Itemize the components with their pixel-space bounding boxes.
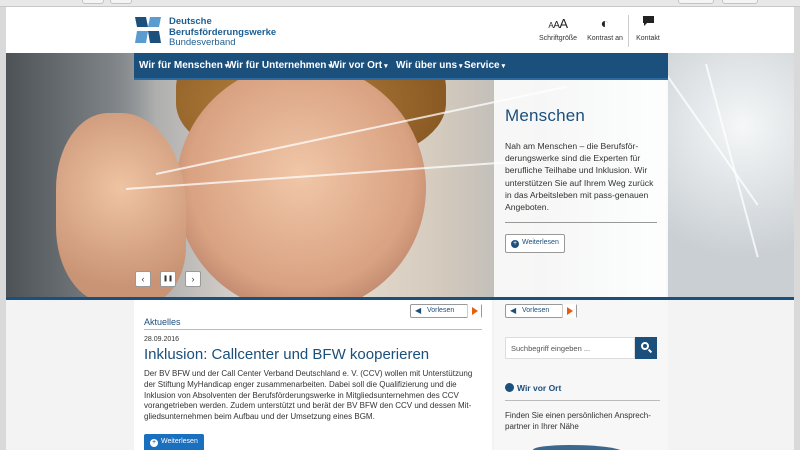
slider-pause-button[interactable]: ❚❚	[160, 271, 176, 287]
location-section-text: Finden Sie einen persönlichen Ansprech-p…	[505, 411, 651, 431]
browser-menu-button[interactable]	[678, 0, 714, 4]
hero-image-hand	[56, 113, 186, 297]
browser-forward-button[interactable]	[110, 0, 132, 4]
chevron-down-icon: ▾	[459, 63, 463, 70]
sidebar-divider	[505, 400, 660, 401]
nav-item-wir-fuer-unternehmen[interactable]: Wir für Unternehmen ▾	[227, 60, 332, 71]
nav-item-service[interactable]: Service ▾	[464, 60, 505, 71]
news-headline[interactable]: Inklusion: Callcenter und BFW kooperiere…	[144, 346, 429, 363]
font-size-icon: AAA	[548, 16, 568, 31]
hero-text: Nah am Menschen – die Berufsför-derungsw…	[505, 141, 654, 213]
globe-icon	[505, 383, 514, 392]
toolbar-divider	[628, 15, 629, 47]
hero-teaser-panel: Menschen Nah am Menschen – die Berufsför…	[494, 80, 668, 297]
font-size-button[interactable]: AAA Schriftgröße	[533, 15, 583, 42]
readaloud-button-sidebar[interactable]: ◀ Vorlesen	[505, 304, 577, 318]
contact-button[interactable]: Kontakt	[630, 15, 666, 42]
search-icon-handle	[647, 348, 653, 354]
main-navigation: Wir für Menschen ▾ Wir für Unternehmen ▾ W…	[134, 53, 668, 80]
news-section-label: Aktuelles	[144, 317, 181, 327]
news-read-more-button[interactable]: + Weiterlesen	[144, 434, 204, 450]
browser-back-button[interactable]	[82, 0, 104, 4]
hero-divider	[505, 222, 657, 224]
site-logo[interactable]: Deutsche Berufsförderungswerke Bundesver…	[133, 15, 276, 49]
location-section-label: Wir vor Ort	[517, 383, 562, 393]
chevron-down-icon: ▾	[501, 63, 506, 70]
nav-item-wir-ueber-uns[interactable]: Wir über uns ▾	[396, 60, 463, 71]
contrast-toggle[interactable]: ◐ Kontrast an	[583, 15, 627, 42]
nav-item-label: Service	[464, 60, 500, 71]
slider-prev-button[interactable]: ‹	[135, 271, 151, 287]
browser-settings-button[interactable]	[722, 0, 758, 4]
contrast-icon: ◐	[600, 15, 610, 31]
nav-item-label: Wir für Unternehmen	[227, 60, 327, 71]
play-icon	[562, 304, 576, 318]
chevron-down-icon: ▾	[384, 63, 388, 70]
hero-read-more-label: Weiterlesen	[522, 239, 559, 247]
nav-item-label: Wir für Menschen	[139, 60, 223, 71]
contact-label: Kontakt	[636, 35, 660, 42]
plus-icon: +	[511, 240, 519, 249]
news-divider	[144, 329, 482, 330]
contrast-label: Kontrast an	[587, 35, 623, 42]
plus-icon: +	[150, 439, 158, 447]
nav-item-label: Wir über uns	[396, 60, 458, 71]
speech-bubble-icon	[630, 15, 666, 32]
hero-title: Menschen	[505, 106, 586, 125]
play-icon	[467, 304, 481, 318]
slider-next-button[interactable]: ›	[185, 271, 201, 287]
browser-toolbar-strip	[0, 0, 800, 7]
search-input[interactable]: Suchbegriff eingeben ...	[505, 337, 635, 359]
hero-read-more-button[interactable]: + Weiterlesen	[505, 234, 565, 254]
logo-mark-icon	[133, 15, 163, 45]
web-page: Deutsche Berufsförderungswerke Bundesver…	[6, 7, 794, 450]
site-header: Deutsche Berufsförderungswerke Bundesver…	[6, 7, 794, 54]
logo-wordmark: Deutsche Berufsförderungswerke Bundesver…	[169, 16, 276, 49]
location-section-title: Wir vor Ort	[505, 383, 561, 393]
news-read-more-label: Weiterlesen	[161, 438, 198, 445]
readaloud-label: Vorlesen	[427, 307, 455, 314]
news-body: Der BV BFW und der Call Center Verband D…	[144, 369, 473, 422]
nav-item-wir-fuer-menschen[interactable]: Wir für Menschen ▾	[139, 60, 228, 71]
logo-line-1: Deutsche	[169, 16, 212, 27]
readaloud-button-news[interactable]: ◀ Vorlesen	[410, 304, 482, 318]
search-button[interactable]	[635, 337, 657, 359]
news-date: 28.09.2016	[144, 336, 180, 343]
logo-line-3: Bundesverband	[169, 37, 236, 48]
nav-item-wir-vor-ort[interactable]: Wir vor Ort ▾	[330, 60, 388, 71]
hero-slider	[6, 53, 794, 297]
speaker-icon: ◀	[510, 306, 517, 315]
font-size-label: Schriftgröße	[538, 35, 578, 42]
readaloud-label: Vorlesen	[522, 307, 550, 314]
nav-item-label: Wir vor Ort	[330, 60, 383, 71]
hero-background-right	[666, 53, 794, 297]
speaker-icon: ◀	[415, 306, 422, 315]
hero-image-face	[176, 63, 426, 297]
